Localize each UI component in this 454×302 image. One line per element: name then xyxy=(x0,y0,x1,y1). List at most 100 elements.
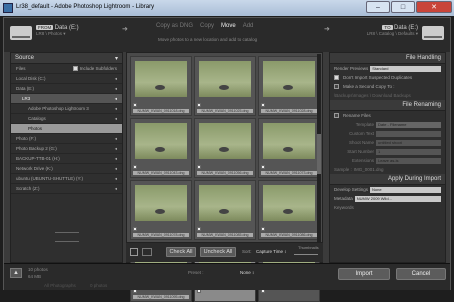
expand-triangle-icon[interactable]: ◂ xyxy=(115,146,117,152)
source-item-label: Data (E:) xyxy=(16,86,35,91)
thumbnail-size-slider[interactable] xyxy=(294,254,318,255)
second-copy-checkbox[interactable] xyxy=(334,84,339,89)
source-item[interactable]: Catalogs ◂ xyxy=(11,114,122,124)
thumbnail-checkbox[interactable] xyxy=(133,165,137,169)
sort-label: Sort: xyxy=(242,249,252,254)
thumbnail-cell[interactable]: NUMW_KWAN_0911028.dng xyxy=(258,56,320,116)
thumbnail-cell[interactable]: NUMW_KWAN_0911073.dng xyxy=(258,118,320,178)
duck-shape xyxy=(283,85,293,90)
custom-text-label: Custom Text xyxy=(349,131,374,136)
thumbnail-checkbox[interactable] xyxy=(197,227,201,231)
mode-add[interactable]: Add xyxy=(243,23,254,29)
thumbnail-checkbox[interactable] xyxy=(197,165,201,169)
source-item[interactable]: Adobe Photoshop Lightroom 3 ◂ xyxy=(11,104,122,114)
duck-shape xyxy=(219,209,229,214)
expand-triangle-icon[interactable]: ◂ xyxy=(115,176,117,182)
preset-dropdown[interactable]: None ↕ xyxy=(240,270,254,275)
from-badge: FROM xyxy=(36,25,54,30)
dont-import-duplicates-checkbox[interactable] xyxy=(334,75,339,80)
thumbnail-cell[interactable]: NUMW_KWAN_0911085.dng xyxy=(194,180,256,240)
thumbnail-cell[interactable]: NUMW_KWAN_0911078.dng xyxy=(130,180,192,240)
thumbnail-cell[interactable]: NUMW_KWAN_0911018.dng xyxy=(130,56,192,116)
source-item[interactable]: Photo (F:) ◂ xyxy=(11,134,122,144)
include-subfolders-checkbox[interactable] xyxy=(72,66,78,72)
second-copy-path[interactable]: \Backups\Images \ Download Backups xyxy=(334,93,411,98)
thumbnail-checkbox[interactable] xyxy=(261,103,265,107)
check-all-button[interactable]: Check All xyxy=(166,247,196,257)
expand-triangle-icon[interactable]: ◂ xyxy=(115,186,117,192)
expand-triangle-icon[interactable]: ◂ xyxy=(115,96,117,102)
photo-thumbnail xyxy=(199,185,251,221)
expand-triangle-icon[interactable]: ◂ xyxy=(115,156,117,162)
extensions-label: Extensions xyxy=(351,158,374,163)
source-item[interactable]: Photos xyxy=(11,124,122,134)
grid-view-icon[interactable] xyxy=(130,248,138,256)
loupe-view-icon[interactable] xyxy=(142,248,152,256)
expand-triangle-icon[interactable]: ◂ xyxy=(115,86,117,92)
files-row: Files Include Subfolders xyxy=(11,64,122,74)
thumbnail-cell[interactable]: NUMW_KWAN_0911025.dng xyxy=(194,56,256,116)
maximize-button[interactable]: □ xyxy=(391,1,415,13)
thumbnail-checkbox[interactable] xyxy=(197,103,201,107)
thumbnail-cell[interactable]: NUMW_KWAN_0911086.dng xyxy=(258,180,320,240)
source-item[interactable]: LR3 ◂ xyxy=(11,94,122,104)
to-path[interactable]: LR8 \ Catalog \ Defaults ▾ xyxy=(350,31,418,37)
source-item[interactable]: Data (E:) ◂ xyxy=(11,84,122,94)
source-item-label: Photo (F:) xyxy=(16,136,37,141)
import-footer: ▲ 10 photos 64 MB Preset : None ↕ Import… xyxy=(4,263,450,290)
thumbnail-cell[interactable]: NUMW_KWAN_0911056.dng xyxy=(194,118,256,178)
rename-files-label: Rename Files xyxy=(343,113,371,118)
duck-shape xyxy=(219,147,229,152)
source-item-label: Local Disk (C:) xyxy=(16,76,46,81)
extensions-select[interactable]: Leave as-is xyxy=(376,157,441,164)
mode-copy-as-dng[interactable]: Copy as DNG xyxy=(156,23,193,29)
import-button[interactable]: Import xyxy=(338,268,390,280)
custom-text-field[interactable] xyxy=(376,130,441,137)
source-item[interactable]: Network Drive (K:) ◂ xyxy=(11,164,122,174)
arrow-right-icon-2: ➜ xyxy=(324,26,330,33)
mode-copy[interactable]: Copy xyxy=(200,23,214,29)
source-item[interactable]: ubuntu (UBUNTU-SHUTTLE) (Y:) ◂ xyxy=(11,174,122,184)
uncheck-all-button[interactable]: Uncheck All xyxy=(200,247,236,257)
source-item[interactable]: BACKUP-TTB-01 (H:) ◂ xyxy=(11,154,122,164)
rename-files-checkbox[interactable] xyxy=(334,113,339,118)
thumbnail-checkbox[interactable] xyxy=(133,103,137,107)
source-item[interactable]: Local Disk (C:) ◂ xyxy=(11,74,122,84)
grid-scrollbar-thumb[interactable] xyxy=(317,134,321,174)
start-number-field[interactable]: 1 xyxy=(376,148,441,155)
metadata-select[interactable]: NUMW 2009 Wild... xyxy=(354,195,441,202)
thumbnail-caption: NUMW_KWAN_0911095.dng xyxy=(133,295,189,299)
sample-value: IMG_0001.dng xyxy=(353,167,384,172)
source-item[interactable]: Photo Backup 2 (G:) ◂ xyxy=(11,144,122,154)
from-path[interactable]: LR8 \ Photos ▾ xyxy=(36,31,79,37)
dont-import-duplicates-label: Don't Import Suspected Duplicates xyxy=(343,75,413,80)
mode-move[interactable]: Move xyxy=(221,23,236,29)
collapse-dialog-button[interactable]: ▲ xyxy=(10,268,22,278)
source-panel-header[interactable]: Source ▾ xyxy=(11,53,122,64)
file-handling-header[interactable]: File Handling xyxy=(330,53,445,64)
develop-settings-select[interactable]: None xyxy=(370,186,441,193)
sort-dropdown[interactable]: Capture Time ↕ xyxy=(256,249,287,254)
source-item[interactable]: Scratch (Z:) ◂ xyxy=(11,184,122,194)
expand-triangle-icon[interactable]: ◂ xyxy=(115,76,117,82)
thumbnail-checkbox[interactable] xyxy=(261,227,265,231)
photos-count: 10 photos xyxy=(28,267,48,272)
minimize-button[interactable]: – xyxy=(366,1,390,13)
close-button[interactable]: ✕ xyxy=(416,1,452,13)
thumbnail-checkbox[interactable] xyxy=(261,165,265,169)
expand-triangle-icon[interactable]: ◂ xyxy=(115,116,117,122)
expand-triangle-icon[interactable]: ◂ xyxy=(115,106,117,112)
template-select[interactable]: Date - Filename xyxy=(376,121,441,128)
source-panel-title: Source xyxy=(15,55,35,61)
expand-triangle-icon[interactable]: ◂ xyxy=(115,136,117,142)
thumbnail-checkbox[interactable] xyxy=(133,227,137,231)
expand-triangle-icon[interactable]: ◂ xyxy=(115,166,117,172)
cancel-button[interactable]: Cancel xyxy=(396,268,446,280)
apply-during-import-header[interactable]: Apply During Import xyxy=(330,174,445,185)
grid-scrollbar[interactable] xyxy=(317,54,321,262)
collapse-triangle-icon[interactable]: ▾ xyxy=(115,55,118,62)
render-previews-select[interactable]: Standard xyxy=(370,65,441,72)
file-renaming-header[interactable]: File Renaming xyxy=(330,100,445,111)
thumbnail-cell[interactable]: NUMW_KWAN_0911043.dng xyxy=(130,118,192,178)
shoot-name-field[interactable]: untitled shoot xyxy=(376,139,441,146)
